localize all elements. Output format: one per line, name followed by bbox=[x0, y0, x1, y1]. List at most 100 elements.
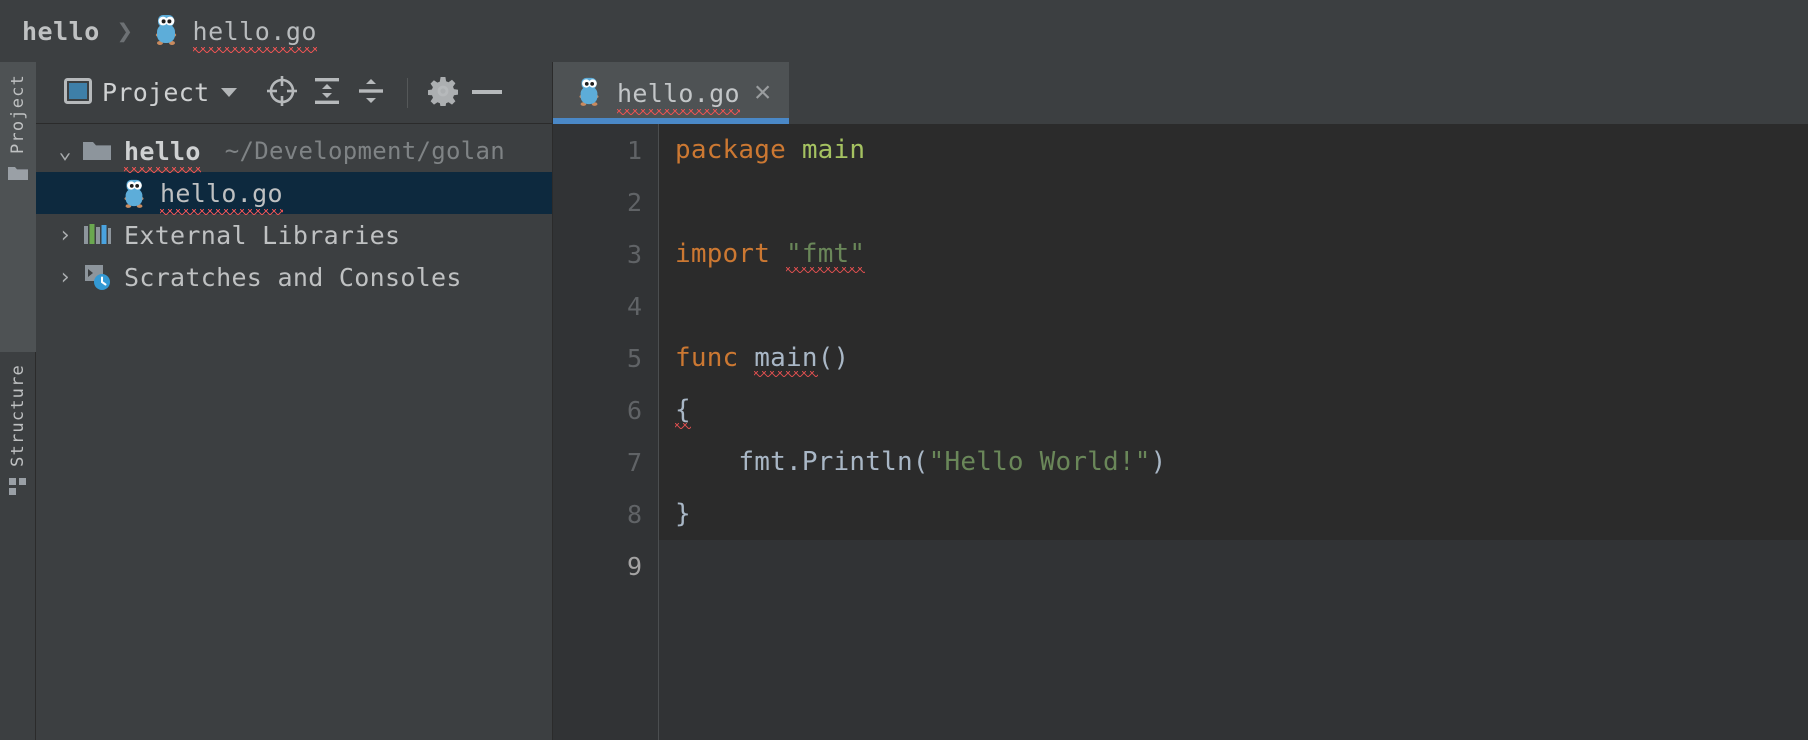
code-line: package main bbox=[659, 124, 1808, 176]
hide-panel-button[interactable] bbox=[464, 73, 510, 113]
code-text-area[interactable]: package main import "fmt" func main() { fmt… bbox=[659, 124, 1808, 740]
chevron-down-icon bbox=[221, 88, 238, 97]
crosshair-target-icon bbox=[265, 74, 299, 112]
tree-row[interactable]: ⌄ hello ~/Development/golan bbox=[36, 130, 552, 173]
tree-row-path: ~/Development/golan bbox=[224, 137, 506, 165]
code-token: import bbox=[675, 239, 786, 269]
folder-icon bbox=[7, 164, 29, 186]
expand-all-icon bbox=[311, 75, 343, 111]
code-lines: package main import "fmt" func main() { fmt… bbox=[659, 124, 1808, 592]
tool-window-strip: Project Structure bbox=[0, 62, 36, 740]
breadcrumb: hello ❯ hello.go bbox=[0, 0, 1808, 62]
spellcheck-squiggle bbox=[192, 46, 317, 53]
tab-label: hello.go bbox=[617, 78, 740, 115]
sidebar-item-structure-label: Structure bbox=[8, 364, 28, 467]
go-gopher-icon bbox=[120, 177, 148, 209]
line-number: 7 bbox=[626, 447, 642, 477]
tab-hello-go[interactable]: hello.go × bbox=[553, 62, 790, 124]
code-line: func main() bbox=[659, 332, 1808, 384]
breadcrumb-file[interactable]: hello.go bbox=[192, 16, 317, 53]
code-line: { bbox=[659, 384, 1808, 436]
gutter-line: 5 bbox=[553, 332, 696, 384]
sidebar-item-structure[interactable]: Structure bbox=[0, 352, 36, 552]
line-number: 3 bbox=[626, 239, 642, 269]
scratches-console-clock-icon bbox=[82, 263, 112, 291]
code-token: package bbox=[675, 135, 802, 165]
gutter-line: 6 bbox=[553, 384, 658, 436]
editor-tab-bar: hello.go × bbox=[553, 62, 1808, 124]
line-number: 6 bbox=[626, 395, 642, 425]
spellcheck-squiggle bbox=[617, 108, 740, 115]
collapse-all-icon bbox=[355, 75, 387, 111]
chevron-right-icon[interactable]: › bbox=[48, 265, 82, 290]
code-token: { bbox=[675, 395, 691, 429]
code-line: } bbox=[659, 488, 1808, 540]
project-tool-window: Project ⌄ hello ~/Development/golan hell… bbox=[36, 62, 553, 740]
project-view-selector[interactable]: Project bbox=[58, 73, 243, 113]
code-token: "Hello World!" bbox=[928, 447, 1151, 477]
tree-row[interactable]: › External Libraries bbox=[36, 214, 552, 256]
code-line: import "fmt" bbox=[659, 228, 1808, 280]
spellcheck-squiggle bbox=[160, 208, 283, 215]
code-token: "fmt" bbox=[785, 239, 866, 273]
gutter-line: 8 bbox=[553, 488, 658, 540]
gutter-line: 1 bbox=[553, 124, 658, 176]
gutter-line: 3 bbox=[553, 228, 658, 280]
code-token: fmt.Println( bbox=[675, 447, 929, 477]
code-line: fmt.Println("Hello World!") bbox=[659, 436, 1808, 488]
close-icon[interactable]: × bbox=[754, 78, 772, 108]
structure-grid-icon bbox=[8, 477, 28, 501]
project-view-icon bbox=[64, 77, 92, 108]
gear-icon bbox=[428, 76, 459, 110]
code-token: ) bbox=[1150, 447, 1167, 477]
chevron-down-icon[interactable]: ⌄ bbox=[48, 139, 82, 164]
editor-area: hello.go × 1 2 3 4 5 6 7 8 9 package mai… bbox=[553, 62, 1808, 740]
tree-row-label: Scratches and Consoles bbox=[124, 262, 462, 292]
code-token: } bbox=[675, 499, 691, 529]
tree-row-label: hello.go bbox=[160, 178, 283, 215]
toolbar-divider bbox=[407, 77, 409, 108]
code-token: main bbox=[801, 135, 866, 165]
code-editor[interactable]: 1 2 3 4 5 6 7 8 9 package main import "fm… bbox=[553, 124, 1808, 740]
tree-row[interactable]: hello.go bbox=[36, 172, 552, 215]
tree-row[interactable]: › Scratches and Consoles bbox=[36, 256, 552, 298]
project-view-selector-label: Project bbox=[102, 78, 210, 107]
tree-row-label-text: hello bbox=[124, 136, 201, 166]
project-panel-toolbar: Project bbox=[36, 62, 552, 124]
expand-all-button[interactable] bbox=[305, 73, 349, 113]
gutter-line: 7 bbox=[553, 436, 658, 488]
sidebar-item-project[interactable]: Project bbox=[0, 62, 36, 352]
line-number: 8 bbox=[626, 499, 642, 529]
tree-row-label: hello bbox=[124, 136, 201, 173]
line-number: 2 bbox=[626, 187, 642, 217]
gutter-line: 2 bbox=[553, 176, 658, 228]
go-gopher-icon bbox=[575, 75, 603, 111]
select-opened-file-button[interactable] bbox=[259, 73, 305, 113]
chevron-right-icon[interactable]: › bbox=[48, 223, 82, 248]
go-gopher-icon bbox=[151, 12, 181, 50]
editor-gutter[interactable]: 1 2 3 4 5 6 7 8 9 bbox=[553, 124, 696, 740]
collapse-all-button[interactable] bbox=[349, 73, 393, 113]
goland-ide-window: hello ❯ hello.go Project Structure Proje… bbox=[0, 0, 1808, 740]
gutter-line: 9 bbox=[553, 540, 658, 592]
project-tree: ⌄ hello ~/Development/golan hello.go › E… bbox=[36, 124, 552, 298]
spellcheck-squiggle bbox=[124, 166, 201, 173]
code-token: func bbox=[675, 343, 755, 373]
breadcrumb-file-label: hello.go bbox=[192, 16, 317, 46]
libraries-icon bbox=[82, 222, 112, 248]
sidebar-item-project-label: Project bbox=[8, 74, 28, 155]
folder-icon bbox=[82, 139, 112, 163]
settings-button[interactable] bbox=[422, 73, 464, 113]
tree-row-label-text: hello.go bbox=[160, 178, 283, 208]
gutter-line: 4 bbox=[553, 280, 658, 332]
line-number: 5 bbox=[626, 343, 642, 373]
breadcrumb-project[interactable]: hello bbox=[22, 17, 100, 46]
tab-label-text: hello.go bbox=[617, 78, 740, 108]
minimize-icon bbox=[470, 83, 504, 102]
line-number-current: 9 bbox=[626, 551, 642, 581]
line-number: 1 bbox=[626, 135, 642, 165]
line-number: 4 bbox=[626, 291, 642, 321]
